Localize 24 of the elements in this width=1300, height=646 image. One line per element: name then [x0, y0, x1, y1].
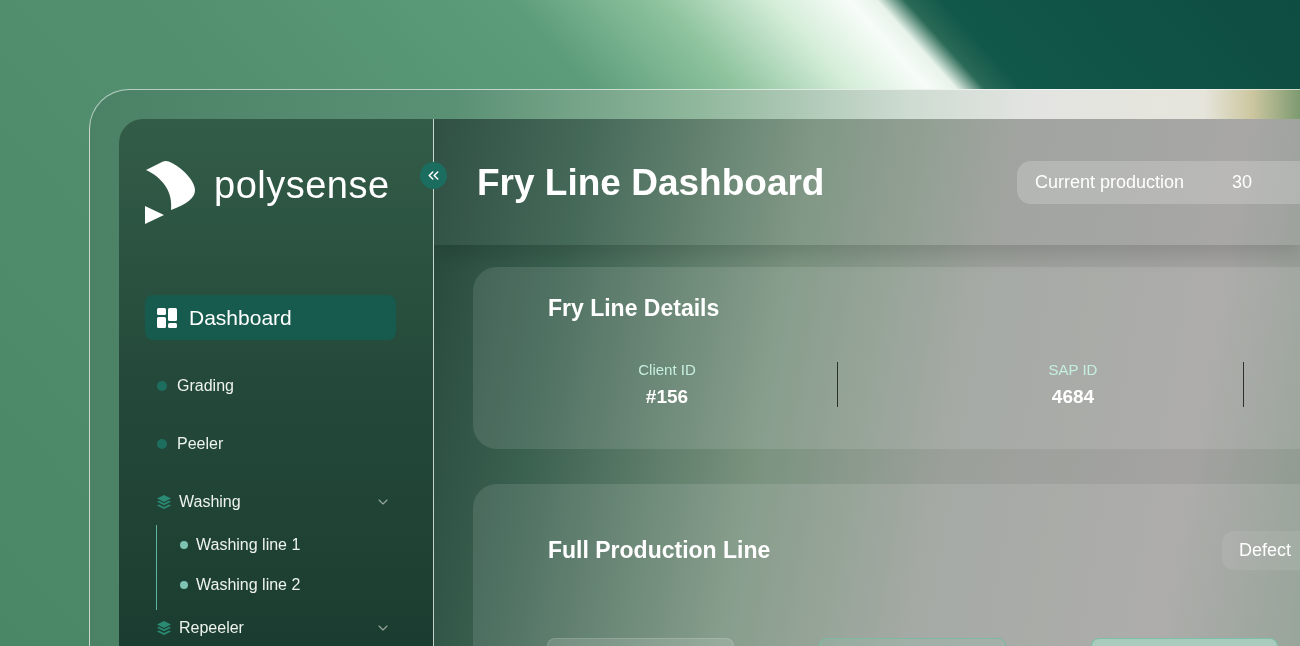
field-label: SAP ID — [1048, 360, 1098, 380]
dashboard-grid-icon — [157, 307, 177, 328]
stage-card[interactable] — [819, 638, 1006, 646]
nav-subitem[interactable]: Washing line 2 — [180, 573, 380, 597]
field-value: #156 — [645, 385, 689, 409]
nav-item[interactable]: Repeeler — [145, 616, 396, 640]
field-value: 4684 — [1051, 385, 1095, 409]
card-title: Full Production Line — [548, 536, 771, 565]
logo-text: polysense — [214, 165, 390, 204]
nav-item[interactable]: Washing — [145, 490, 396, 514]
card-title: Fry Line Details — [548, 294, 721, 323]
production-value: 30 — [1232, 173, 1253, 191]
page-title: Fry Line Dashboard — [477, 163, 825, 201]
nav-item[interactable]: Dashboard — [145, 295, 396, 340]
collapse-button[interactable] — [420, 162, 447, 189]
stage-card[interactable] — [1091, 638, 1278, 646]
nav-subitem[interactable]: Washing line 1 — [180, 533, 380, 557]
production-label: Current production — [1035, 173, 1185, 191]
logo-icon — [145, 160, 196, 225]
layers-icon — [157, 621, 171, 635]
field-label: Client ID — [638, 360, 696, 380]
nav-item[interactable]: Peeler — [145, 432, 396, 456]
layers-icon — [157, 495, 171, 509]
nav-item[interactable]: Grading — [145, 374, 396, 398]
